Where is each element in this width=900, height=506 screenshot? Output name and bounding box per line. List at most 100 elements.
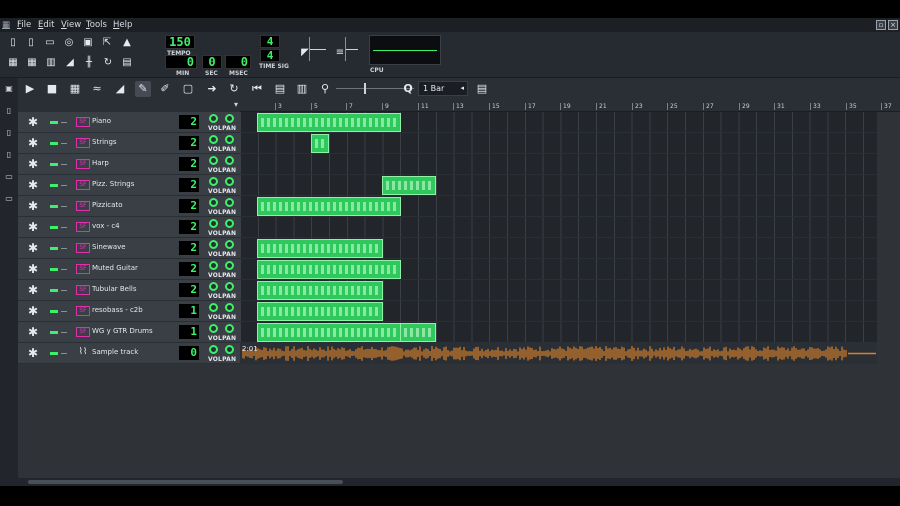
instrument-plugins-icon[interactable]: ▣ xyxy=(4,84,14,94)
pan-knob[interactable] xyxy=(225,177,234,186)
mute-toggle[interactable] xyxy=(50,247,58,250)
gear-icon[interactable]: ✱ xyxy=(28,220,38,234)
track-name[interactable]: Harp xyxy=(92,159,109,167)
my-samples-icon[interactable]: ▯ xyxy=(4,128,14,138)
mute-toggle[interactable] xyxy=(50,121,58,124)
new-project-icon[interactable]: ▯ xyxy=(6,36,20,50)
pan-knob[interactable] xyxy=(225,345,234,354)
pan-knob[interactable] xyxy=(225,303,234,312)
volume-knob[interactable] xyxy=(209,345,218,354)
volume-knob[interactable] xyxy=(209,198,218,207)
track-row[interactable]: ✱ SF Pizz. Strings 2 VOLPAN xyxy=(18,175,240,196)
edit-mode-icon[interactable]: ✐ xyxy=(157,81,173,97)
track-lane[interactable] xyxy=(240,301,877,322)
export-project-icon[interactable]: ⇱ xyxy=(100,36,114,50)
pattern-grid[interactable]: 2:01 xyxy=(240,112,877,364)
fx-channel-display[interactable]: 2 xyxy=(179,283,199,297)
gear-icon[interactable]: ✱ xyxy=(28,346,38,360)
pan-knob[interactable] xyxy=(225,156,234,165)
solo-toggle[interactable] xyxy=(61,185,67,186)
mute-toggle[interactable] xyxy=(50,205,58,208)
fx-channel-display[interactable]: 2 xyxy=(179,136,199,150)
play-icon[interactable]: ▶ xyxy=(22,81,38,97)
solo-toggle[interactable] xyxy=(61,353,67,354)
pattern-clip[interactable] xyxy=(257,197,401,216)
gear-icon[interactable]: ✱ xyxy=(28,283,38,297)
mixer-icon[interactable]: ╫ xyxy=(82,56,96,70)
gear-icon[interactable]: ✱ xyxy=(28,157,38,171)
automation-editor-icon[interactable]: ◢ xyxy=(63,56,77,70)
volume-knob[interactable] xyxy=(209,282,218,291)
fx-channel-display[interactable]: 2 xyxy=(179,115,199,129)
track-lane[interactable] xyxy=(240,154,877,175)
track-lane[interactable] xyxy=(240,112,877,133)
sample-track-lane[interactable]: 2:01 xyxy=(240,343,877,364)
track-row[interactable]: ✱ SF Harp 2 VOLPAN xyxy=(18,154,240,175)
pattern-clip[interactable] xyxy=(400,323,436,342)
master-pitch-handle[interactable] xyxy=(346,49,358,50)
new-from-template-icon[interactable]: ▯ xyxy=(24,36,38,50)
menu-help[interactable]: Help xyxy=(113,20,132,30)
tempo-display[interactable]: 150 xyxy=(165,35,195,49)
add-sample-track-icon[interactable]: ≈ xyxy=(89,81,105,97)
song-editor-icon[interactable]: ▦ xyxy=(6,56,20,70)
gear-icon[interactable]: ✱ xyxy=(28,136,38,150)
track-lane[interactable] xyxy=(240,196,877,217)
fx-channel-display[interactable]: 2 xyxy=(179,199,199,213)
gear-icon[interactable]: ✱ xyxy=(28,241,38,255)
solo-toggle[interactable] xyxy=(61,311,67,312)
volume-knob[interactable] xyxy=(209,156,218,165)
loop-points-icon[interactable]: ↻ xyxy=(226,81,242,97)
beat-editor-icon[interactable]: ▦ xyxy=(25,56,39,70)
gear-icon[interactable]: ✱ xyxy=(28,304,38,318)
track-lane[interactable] xyxy=(240,259,877,280)
solo-toggle[interactable] xyxy=(61,164,67,165)
track-name[interactable]: Pizz. Strings xyxy=(92,180,134,188)
track-row[interactable]: ✱ SF vox - c4 2 VOLPAN xyxy=(18,217,240,238)
time-sec-display[interactable]: 0 xyxy=(202,55,222,69)
time-min-display[interactable]: 0 xyxy=(165,55,197,69)
app-menu-icon[interactable]: ▦ xyxy=(2,20,10,30)
track-row[interactable]: ✱ ⌇⌇ Sample track 0 VOLPAN xyxy=(18,343,240,364)
pattern-clip[interactable] xyxy=(257,260,401,279)
pattern-clip[interactable] xyxy=(257,323,401,342)
save-project-icon[interactable]: ▣ xyxy=(81,36,95,50)
my-projects-icon[interactable]: ▯ xyxy=(4,106,14,116)
pattern-clip[interactable] xyxy=(257,302,383,321)
menu-file[interactable]: File xyxy=(17,20,31,30)
fx-channel-display[interactable]: 0 xyxy=(179,346,199,360)
insert-bar-icon[interactable]: ▤ xyxy=(272,81,288,97)
add-beat-track-icon[interactable]: ▦ xyxy=(67,81,83,97)
fx-channel-display[interactable]: 1 xyxy=(179,325,199,339)
solo-toggle[interactable] xyxy=(61,206,67,207)
proportional-snap-icon[interactable]: ▤ xyxy=(474,81,490,97)
solo-toggle[interactable] xyxy=(61,269,67,270)
horizontal-scrollbar-thumb[interactable] xyxy=(28,480,343,484)
pan-knob[interactable] xyxy=(225,135,234,144)
track-lane[interactable] xyxy=(240,175,877,196)
solo-toggle[interactable] xyxy=(61,122,67,123)
volume-knob[interactable] xyxy=(209,324,218,333)
mute-toggle[interactable] xyxy=(50,352,58,355)
track-name[interactable]: resobass - c2b xyxy=(92,306,143,314)
piano-roll-icon[interactable]: ▥ xyxy=(44,56,58,70)
autoscroll-icon[interactable]: ➜ xyxy=(204,81,220,97)
snap-size-select[interactable]: 1 Bar ◂ xyxy=(418,81,468,96)
fx-channel-display[interactable]: 2 xyxy=(179,157,199,171)
pan-knob[interactable] xyxy=(225,198,234,207)
fx-channel-display[interactable]: 2 xyxy=(179,241,199,255)
gear-icon[interactable]: ✱ xyxy=(28,115,38,129)
track-name[interactable]: Strings xyxy=(92,138,117,146)
solo-toggle[interactable] xyxy=(61,290,67,291)
pan-knob[interactable] xyxy=(225,240,234,249)
mute-toggle[interactable] xyxy=(50,226,58,229)
track-row[interactable]: ✱ SF Tubular Bells 2 VOLPAN xyxy=(18,280,240,301)
home-folder-icon[interactable]: ▭ xyxy=(4,172,14,182)
pattern-clip[interactable] xyxy=(257,239,383,258)
track-lane[interactable] xyxy=(240,238,877,259)
close-window-icon[interactable]: × xyxy=(888,20,898,30)
volume-knob[interactable] xyxy=(209,177,218,186)
project-notes-icon[interactable]: ▤ xyxy=(120,56,134,70)
track-name[interactable]: Tubular Bells xyxy=(92,285,137,293)
menu-edit[interactable]: Edit xyxy=(38,20,54,30)
